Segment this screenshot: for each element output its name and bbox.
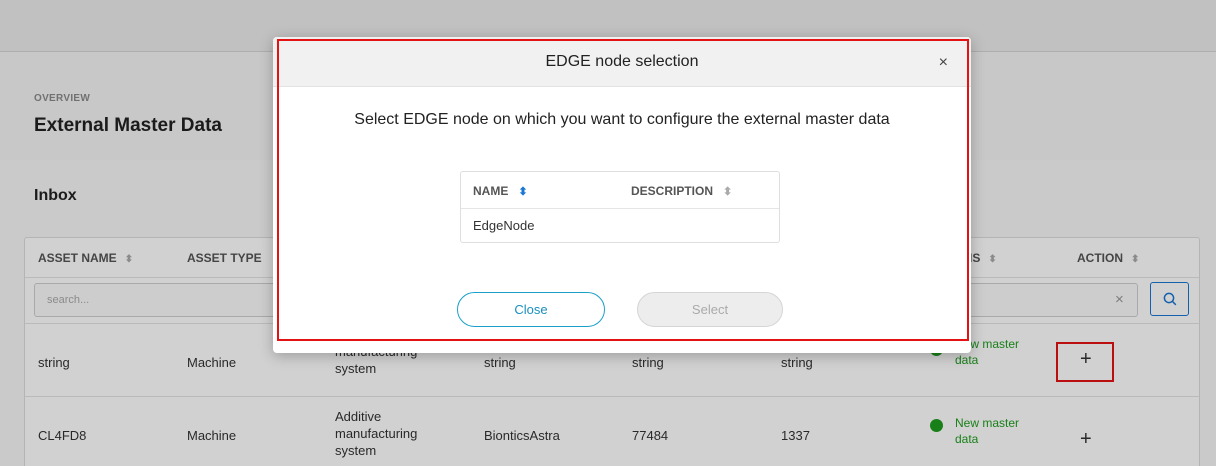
edge-node-row[interactable]: EdgeNode <box>473 218 534 233</box>
cell-value-6: 1337 <box>781 428 810 443</box>
add-button-highlight <box>1056 342 1114 382</box>
page-title: External Master Data <box>34 115 222 136</box>
sort-icon: ⬍ <box>723 186 733 198</box>
status-badge: New master data <box>955 416 1020 446</box>
table-row: CL4FD8 Machine Additive manufacturing sy… <box>25 397 1199 466</box>
cell-asset-name: string <box>38 355 70 370</box>
dialog-title: EDGE node selection <box>545 53 699 70</box>
clear-search-icon[interactable]: × <box>1115 291 1124 308</box>
sort-icon: ⬍ <box>1131 254 1140 265</box>
cell-manufacturer: string <box>484 355 516 370</box>
cell-value-5: 77484 <box>632 428 669 443</box>
add-button[interactable]: + <box>1080 429 1092 449</box>
cell-value-5: string <box>632 355 664 370</box>
search-button[interactable] <box>1150 282 1189 316</box>
cell-asset-type: Machine <box>187 428 237 443</box>
edge-node-table: NAME ⬍ DESCRIPTION ⬍ EdgeNode <box>460 171 780 243</box>
status-dot <box>930 419 943 432</box>
sort-icon: ⬍ <box>518 186 528 198</box>
cell-asset-type: Machine <box>187 355 237 370</box>
cell-value-6: string <box>781 355 813 370</box>
close-button[interactable]: Close <box>457 292 605 327</box>
dialog-header: EDGE node selection × <box>273 37 971 87</box>
column-name[interactable]: NAME ⬍ <box>473 184 528 198</box>
column-status[interactable]: IS ⬍ <box>969 251 997 265</box>
edge-node-table-header: NAME ⬍ DESCRIPTION ⬍ <box>461 172 779 209</box>
sort-icon: ⬍ <box>988 254 997 265</box>
dialog-subtitle: Select EDGE node on which you want to co… <box>354 111 890 128</box>
breadcrumb-overview: OVERVIEW <box>34 93 91 104</box>
select-button[interactable]: Select <box>637 292 783 327</box>
cell-category: Additive manufacturing system <box>335 409 418 458</box>
column-asset-name[interactable]: ASSET NAME ⬍ <box>38 251 133 265</box>
cell-asset-name: CL4FD8 <box>38 428 87 443</box>
close-icon[interactable]: × <box>939 54 948 72</box>
edge-node-dialog: EDGE node selection × Select EDGE node o… <box>273 37 971 353</box>
inbox-title: Inbox <box>34 187 77 204</box>
column-description[interactable]: DESCRIPTION ⬍ <box>631 184 732 198</box>
column-asset-type[interactable]: ASSET TYPE <box>187 251 262 265</box>
sort-icon: ⬍ <box>124 254 134 265</box>
search-icon <box>1163 292 1177 306</box>
column-action[interactable]: ACTION ⬍ <box>1077 251 1139 265</box>
cell-manufacturer: BionticsAstra <box>484 428 560 443</box>
